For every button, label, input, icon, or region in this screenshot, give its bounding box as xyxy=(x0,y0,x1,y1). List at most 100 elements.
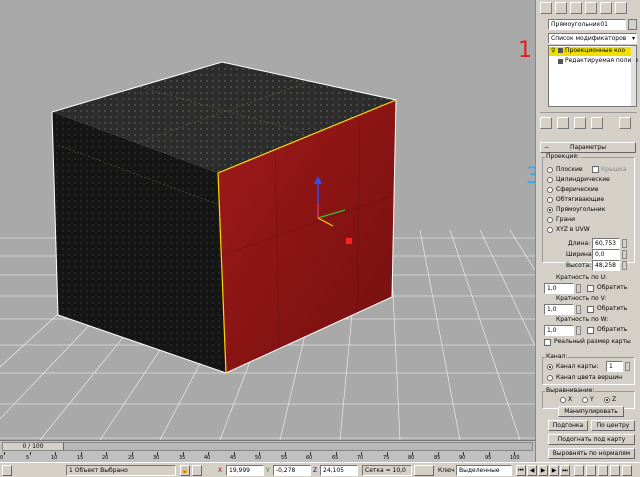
lock-selection-icon[interactable]: 🔒 xyxy=(180,465,190,476)
perspective-viewport[interactable] xyxy=(0,0,535,440)
v-flip-checkbox[interactable] xyxy=(587,306,594,313)
time-slider-handle[interactable]: 0 / 100 xyxy=(3,443,64,450)
pan-icon[interactable] xyxy=(586,465,596,476)
radio-face[interactable] xyxy=(547,217,553,223)
w-flip-checkbox[interactable] xyxy=(587,327,594,334)
radio-align-x[interactable] xyxy=(560,397,566,403)
play-icon[interactable]: ▶ xyxy=(538,465,548,476)
previous-frame-icon[interactable]: ◀ xyxy=(527,465,537,476)
frame-counter: 0 / 100 xyxy=(22,443,44,450)
rollout-title: Параметры xyxy=(570,144,606,151)
create-tab-icon[interactable] xyxy=(540,2,552,14)
manipulate-button[interactable]: Манипулировать xyxy=(558,406,624,417)
real-world-checkbox[interactable] xyxy=(544,339,551,346)
key-filter-dropdown[interactable]: Выделенные xyxy=(456,465,512,476)
length-field[interactable]: 60,753 xyxy=(592,238,620,249)
u-tile-field[interactable]: 1,0 xyxy=(544,283,574,294)
stack-toolbar xyxy=(540,112,637,131)
object-color-swatch[interactable] xyxy=(628,19,637,30)
radio-box[interactable] xyxy=(547,207,553,213)
fit-button[interactable]: Подгонка xyxy=(548,420,588,431)
expand-icon[interactable] xyxy=(558,59,563,64)
v-tile-spinner[interactable] xyxy=(576,305,581,314)
display-tab-icon[interactable] xyxy=(600,2,612,14)
go-to-end-icon[interactable]: ⏭ xyxy=(560,465,570,476)
stack-scrollbar[interactable] xyxy=(631,46,636,106)
timeline-ruler[interactable]: 0 5 10 15 20 25 30 35 40 45 50 55 60 65 70 75 80 85 90 95 10… xyxy=(0,452,520,462)
width-label: Ширина: xyxy=(566,251,594,258)
radio-xyz-to-uvw[interactable] xyxy=(547,227,553,233)
y-coordinate-field[interactable]: -0,278 xyxy=(273,465,311,476)
radio-spherical-label: Сферические xyxy=(556,186,599,193)
modifier-stack-item-poly[interactable]: Редактируемая полисе xyxy=(549,57,638,66)
map-channel-label: Канал карты: xyxy=(556,363,599,370)
map-channel-spinner[interactable] xyxy=(625,362,630,371)
align-x-label: X xyxy=(568,396,573,403)
field-of-view-icon[interactable] xyxy=(610,465,620,476)
configure-sets-icon[interactable] xyxy=(619,117,631,129)
normal-align-button[interactable]: Выровнять по нормалям xyxy=(548,448,635,459)
timeline-tick-label: 40 xyxy=(204,455,211,461)
map-channel-field[interactable]: 1 xyxy=(606,361,623,372)
max-script-listener-icon[interactable] xyxy=(2,465,12,476)
height-spinner[interactable] xyxy=(622,261,627,270)
radio-vertex-color[interactable] xyxy=(547,375,553,381)
modifier-stack-list: ♀ Проекционные коо Редактируемая полисе xyxy=(548,45,638,107)
timeline-tick-label: 50 xyxy=(255,455,262,461)
modifier-list-label: Список модификаторов xyxy=(551,35,627,42)
next-frame-icon[interactable]: ▶ xyxy=(549,465,559,476)
modifier-stack-item-uvw[interactable]: ♀ Проекционные коо xyxy=(549,47,633,56)
collapse-icon: − xyxy=(544,144,550,151)
center-button[interactable]: По центру xyxy=(591,420,635,431)
absolute-mode-icon[interactable] xyxy=(192,465,202,476)
go-to-start-icon[interactable]: ⏮ xyxy=(516,465,526,476)
time-slider-track[interactable]: 0 / 100 xyxy=(2,442,533,451)
utilities-tab-icon[interactable] xyxy=(615,2,627,14)
projection-group-label: Проекция: xyxy=(545,153,580,161)
timeline-tick-label: 80 xyxy=(408,455,415,461)
width-field[interactable]: 0,0 xyxy=(592,249,620,260)
maximize-viewport-icon[interactable] xyxy=(622,465,632,476)
modify-tab-icon[interactable] xyxy=(555,2,567,14)
height-field[interactable]: 48,258 xyxy=(592,260,620,271)
modifier-stack-label: Проекционные коо xyxy=(565,47,626,54)
u-flip-checkbox[interactable] xyxy=(587,285,594,292)
make-unique-icon[interactable] xyxy=(574,117,586,129)
cap-checkbox[interactable] xyxy=(592,166,599,173)
v-tile-field[interactable]: 1,0 xyxy=(544,304,574,315)
remove-modifier-icon[interactable] xyxy=(591,117,603,129)
radio-shrink-wrap[interactable] xyxy=(547,197,553,203)
w-tile-field[interactable]: 1,0 xyxy=(544,325,574,336)
modifier-list-dropdown[interactable]: Список модификаторов ▾ xyxy=(548,33,637,44)
parameters-rollout-header[interactable]: − Параметры xyxy=(540,142,636,153)
timeline-tick-label: 5 xyxy=(26,455,30,461)
z-coordinate-field[interactable]: 24,105 xyxy=(320,465,358,476)
radio-align-z[interactable] xyxy=(604,397,610,403)
hierarchy-tab-icon[interactable] xyxy=(570,2,582,14)
radio-planar[interactable] xyxy=(547,167,553,173)
auto-key-button[interactable] xyxy=(414,465,434,476)
show-end-result-icon[interactable] xyxy=(557,117,569,129)
u-tile-label: Кратность по U: xyxy=(556,274,607,281)
pin-stack-icon[interactable] xyxy=(540,117,552,129)
radio-cylindrical[interactable] xyxy=(547,177,553,183)
bitmap-fit-button[interactable]: Подогнать под карту xyxy=(548,434,635,445)
zoom-icon[interactable] xyxy=(574,465,584,476)
light-bulb-icon[interactable]: ♀ xyxy=(551,47,555,54)
motion-tab-icon[interactable] xyxy=(585,2,597,14)
timeline-tick xyxy=(4,452,5,455)
textured-box xyxy=(51,61,397,374)
orbit-icon[interactable] xyxy=(598,465,608,476)
expand-icon[interactable] xyxy=(558,48,563,53)
width-spinner[interactable] xyxy=(622,250,627,259)
u-tile-spinner[interactable] xyxy=(576,284,581,293)
x-coordinate-field[interactable]: 19,999 xyxy=(226,465,264,476)
timeline-tick-label: 15 xyxy=(77,455,84,461)
radio-spherical[interactable] xyxy=(547,187,553,193)
radio-align-y[interactable] xyxy=(582,397,588,403)
object-name-field[interactable]: Прямоугольник01 xyxy=(548,19,626,30)
length-spinner[interactable] xyxy=(622,239,627,248)
v-flip-label: Обратить xyxy=(597,305,628,312)
w-tile-spinner[interactable] xyxy=(576,326,581,335)
radio-map-channel[interactable] xyxy=(547,364,553,370)
